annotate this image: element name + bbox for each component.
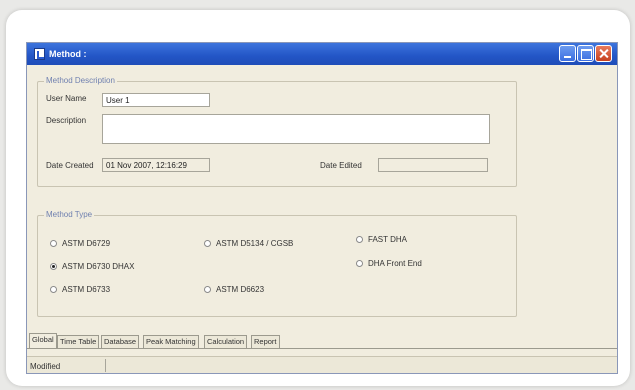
maximize-button[interactable] [577,45,594,62]
radio-label-astm-d6733[interactable]: ASTM D6733 [62,285,110,294]
tab-report[interactable]: Report [251,335,280,348]
radio-label-fast-dha[interactable]: FAST DHA [368,235,407,244]
minimize-button[interactable] [559,45,576,62]
method-description-group: Method Description User Name User 1 Desc… [37,76,517,187]
radio-astm-d6730-dhax[interactable] [50,263,57,270]
status-bar: Modified [27,356,617,373]
user-name-field[interactable]: User 1 [102,93,210,107]
method-type-group: Method Type ASTM D6729 ASTM D5134 / CGSB… [37,210,517,317]
radio-label-dha-front-end[interactable]: DHA Front End [368,259,422,268]
status-text: Modified [30,362,61,371]
date-edited-field [378,158,488,172]
radio-fast-dha[interactable] [356,236,363,243]
tab-global[interactable]: Global [29,333,57,348]
tab-divider [27,348,617,349]
radio-astm-d6623[interactable] [204,286,211,293]
tab-calculation[interactable]: Calculation [204,335,248,348]
radio-label-astm-d6730-dhax[interactable]: ASTM D6730 DHAX [62,262,134,271]
radio-label-astm-d5134-cgsb[interactable]: ASTM D5134 / CGSB [216,239,293,248]
tab-database[interactable]: Database [101,335,140,348]
tab-peak-matching[interactable]: Peak Matching [143,335,199,348]
radio-astm-d6729[interactable] [50,240,57,247]
date-edited-label: Date Edited [320,161,362,170]
date-created-field: 01 Nov 2007, 12:16:29 [102,158,210,172]
radio-astm-d6733[interactable] [50,286,57,293]
radio-astm-d5134-cgsb[interactable] [204,240,211,247]
description-label: Description [46,116,87,125]
date-created-label: Date Created [46,161,94,170]
window-title: Method : [49,49,87,59]
radio-dha-front-end[interactable] [356,260,363,267]
tab-strip: Global Time Table Database Peak Matching… [27,333,617,349]
radio-label-astm-d6729[interactable]: ASTM D6729 [62,239,110,248]
radio-label-astm-d6623[interactable]: ASTM D6623 [216,285,264,294]
method-window: Method : Method Description User Name Us… [26,42,618,374]
method-type-legend: Method Type [44,210,95,219]
status-divider [105,359,106,372]
close-button[interactable] [595,45,612,62]
description-field[interactable] [102,114,490,144]
user-name-label: User Name [46,94,87,103]
title-bar[interactable]: Method : [27,43,617,65]
app-icon [34,48,45,60]
tab-time-table[interactable]: Time Table [57,335,100,348]
method-description-legend: Method Description [44,76,117,85]
